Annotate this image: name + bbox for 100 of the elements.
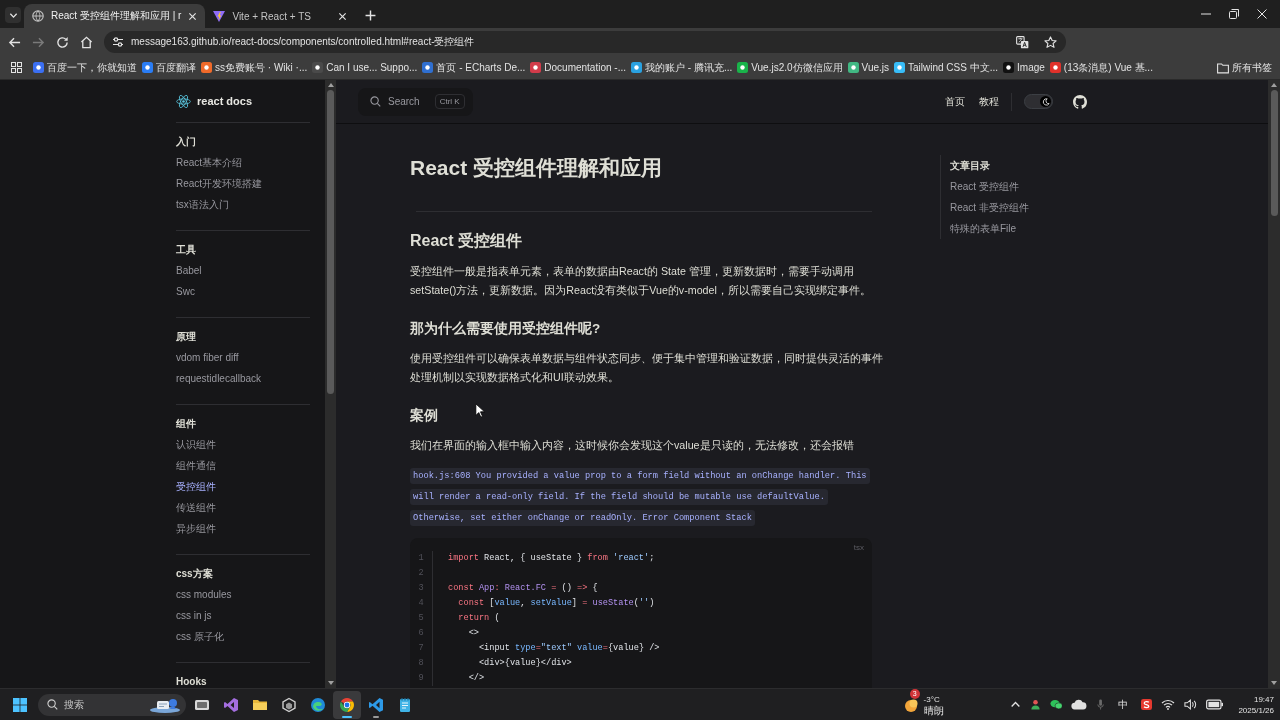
sidebar-item[interactable]: 传送组件: [176, 497, 310, 518]
toc-link[interactable]: React 非受控组件: [950, 197, 1120, 218]
search-icon: [47, 699, 58, 710]
atom-icon[interactable]: [176, 93, 191, 109]
browser-tab[interactable]: Vite + React + TS: [205, 4, 356, 28]
home-icon[interactable]: [80, 35, 93, 49]
sidebar-group-title: 工具: [176, 243, 197, 257]
bookmark[interactable]: (13条消息) Vue 基...: [1047, 57, 1155, 78]
tune-icon[interactable]: [112, 36, 124, 48]
code-ribbon-icon: [368, 696, 384, 713]
bookmark[interactable]: Tailwind CSS 中文...: [892, 57, 1001, 78]
arrow-down-icon[interactable]: [1271, 681, 1277, 685]
sidebar-item[interactable]: 组件通信: [176, 455, 310, 476]
color-wheel-icon: [339, 696, 355, 713]
apps-grid-icon[interactable]: [11, 62, 22, 73]
person-icon[interactable]: [1029, 699, 1041, 710]
bookmark[interactable]: ss免费账号 · Wiki ·...: [199, 57, 310, 78]
close-icon[interactable]: [338, 11, 348, 21]
sidebar-item[interactable]: Swc: [176, 281, 310, 302]
arrow-right-icon[interactable]: [32, 35, 45, 49]
star-icon[interactable]: [1044, 35, 1057, 49]
ribbon-icon: [223, 696, 239, 713]
page-title: React 受控组件理解和应用: [410, 155, 663, 181]
address-bar[interactable]: message163.github.io/react-docs/components/controlled.html#react-受控组件: [104, 31, 1066, 53]
arrow-up-icon[interactable]: [327, 83, 334, 87]
sidebar-item[interactable]: Babel: [176, 260, 310, 281]
bookmark[interactable]: 我的账户 - 腾讯充...: [629, 57, 735, 78]
wifi-icon[interactable]: [1161, 699, 1175, 710]
code-line: return (: [457, 612, 501, 625]
sidebar-item[interactable]: React基本介绍: [176, 152, 310, 173]
site-icon: [1049, 62, 1061, 73]
site-logo-text[interactable]: react docs: [197, 95, 253, 107]
reload-icon[interactable]: [56, 35, 69, 49]
sidebar-item[interactable]: css modules: [176, 584, 310, 605]
code-line: <div>{value}</div>: [477, 657, 573, 670]
illustration-icon: [148, 696, 182, 713]
sidebar-item[interactable]: css 原子化: [176, 626, 310, 647]
bookmark[interactable]: 百度翻译: [140, 57, 198, 78]
code-line: const App: React.FC = () => {: [448, 582, 599, 595]
chevron-up-icon[interactable]: [1009, 699, 1021, 710]
app-icon[interactable]: [1141, 699, 1152, 710]
start-menu-icon[interactable]: [13, 697, 27, 712]
moon-icon: [1041, 97, 1050, 106]
notepad-icon: [397, 696, 413, 713]
arrow-up-icon[interactable]: [1271, 83, 1277, 87]
arrow-left-icon[interactable]: [8, 35, 21, 49]
microphone-icon[interactable]: [1095, 699, 1105, 710]
sidebar-item[interactable]: 认识组件: [176, 434, 310, 455]
search-field[interactable]: 搜索: [38, 693, 186, 716]
sidebar-item[interactable]: 受控组件: [176, 476, 310, 497]
bookmark[interactable]: 首页 - ECharts De...: [420, 57, 528, 78]
site-icon: [142, 62, 153, 73]
github-icon[interactable]: [1073, 94, 1087, 109]
input-method-indicator[interactable]: 中: [1118, 697, 1128, 712]
keyboard-shortcut: Ctrl K: [434, 94, 465, 109]
speaker-icon[interactable]: [1184, 699, 1197, 710]
subsection-heading: 那为什么需要使用受控组件呢?: [410, 320, 601, 338]
scrollbar-thumb[interactable]: [1270, 90, 1278, 216]
bookmark[interactable]: Can I use... Suppo...: [310, 57, 420, 78]
sidebar-item[interactable]: tsx语法入门: [176, 194, 310, 215]
theme-toggle[interactable]: [1024, 94, 1053, 109]
bookmark[interactable]: 百度一下，你就知道: [31, 57, 139, 78]
toc-link[interactable]: 特殊的表单File: [950, 218, 1120, 239]
translate-icon[interactable]: [1016, 35, 1029, 49]
chat-icon[interactable]: [1049, 699, 1063, 710]
scrollbar-thumb[interactable]: [327, 90, 334, 394]
plus-icon[interactable]: [365, 10, 377, 21]
clock-time[interactable]: 19:47: [1253, 693, 1274, 705]
scrollbar-track[interactable]: [325, 80, 336, 688]
arrow-down-icon[interactable]: [327, 681, 334, 685]
bookmark-folder[interactable]: 所有书签: [1215, 57, 1274, 78]
bookmark[interactable]: Image: [1001, 57, 1047, 78]
bookmark[interactable]: Vue.js: [845, 57, 891, 78]
sidebar-item[interactable]: css in js: [176, 605, 310, 626]
nav-link[interactable]: 教程: [979, 94, 999, 109]
site-icon: [847, 62, 859, 73]
scrollbar-track[interactable]: [1268, 80, 1280, 688]
search-button[interactable]: Search Ctrl K: [358, 87, 473, 116]
bookmark[interactable]: Documentation -...: [528, 57, 628, 78]
cloud-icon[interactable]: [1071, 699, 1087, 710]
code-line: const [value, setValue] = useState(''): [457, 597, 656, 610]
nav-link[interactable]: 首页: [945, 94, 965, 109]
tab-search-button[interactable]: [5, 7, 21, 23]
paragraph: 使用受控组件可以确保表单数据与组件状态同步、便于集中管理和验证数据，同时提供灵活的事件处理机制以实现数据格式化和UI联动效果。: [410, 351, 884, 385]
site-icon: [631, 62, 642, 73]
code-line: <input type="text" value={value} />: [477, 642, 660, 655]
taskbar-app[interactable]: [333, 690, 361, 719]
battery-icon[interactable]: [1205, 699, 1224, 710]
close-icon[interactable]: [1257, 9, 1267, 19]
code-line: import React, { useState } from 'react';: [448, 552, 656, 565]
sidebar-item[interactable]: React开发环境搭建: [176, 173, 310, 194]
browser-tab[interactable]: React 受控组件理解和应用 | r: [24, 4, 206, 28]
sidebar-item[interactable]: vdom fiber diff: [176, 347, 310, 368]
sidebar-item[interactable]: requestidlecallback: [176, 368, 310, 389]
bookmark[interactable]: Vue.js2.0仿微信应用: [735, 57, 845, 78]
close-icon[interactable]: [188, 11, 198, 21]
clock-date[interactable]: 2025/1/26: [1238, 704, 1274, 716]
toc-link[interactable]: React 受控组件: [950, 176, 1120, 197]
sidebar-item[interactable]: 异步组件: [176, 518, 310, 539]
restore-icon[interactable]: [1229, 9, 1239, 19]
